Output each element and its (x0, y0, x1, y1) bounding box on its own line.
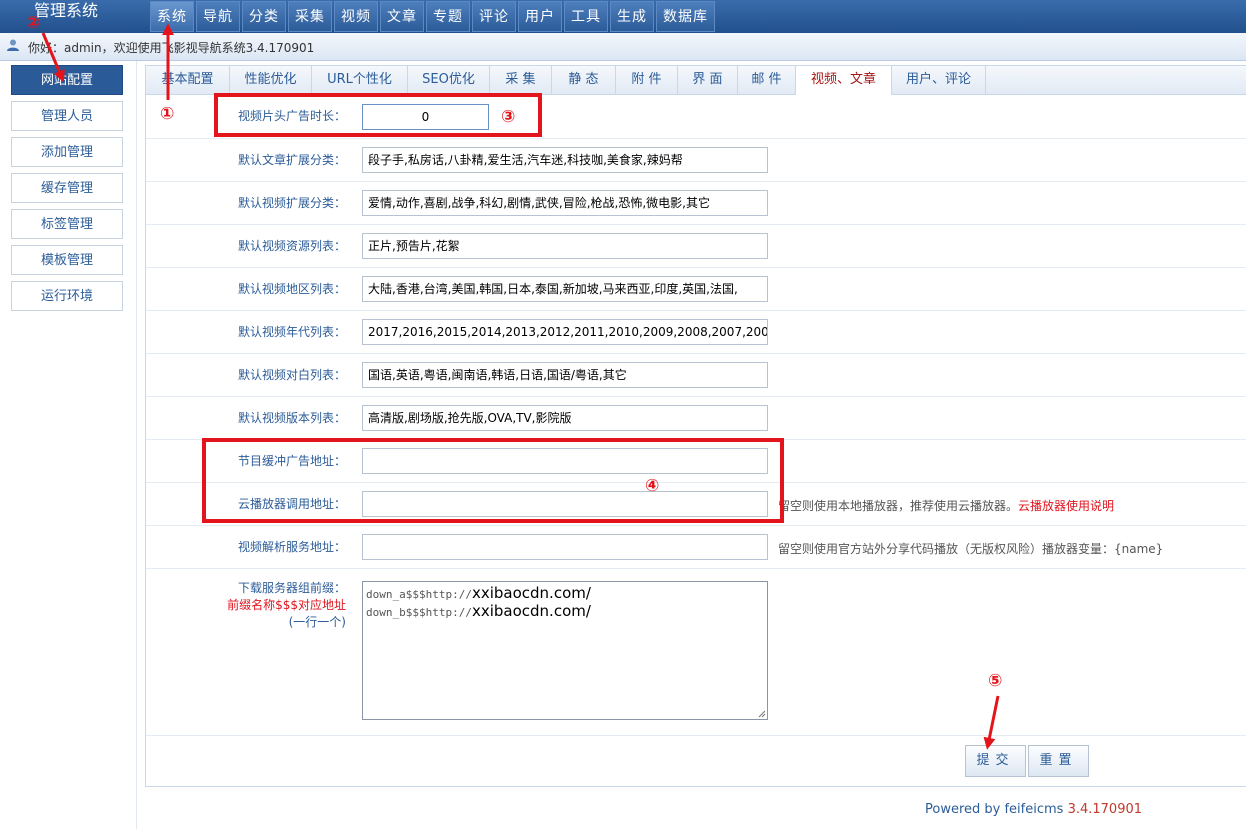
annotation-box-4 (202, 438, 784, 523)
sidebar-item-site-config[interactable]: 网站配置 (11, 65, 123, 95)
tab-bar: 基本配置 性能优化 URL个性化 SEO优化 采 集 静 态 附 件 界 面 邮… (146, 66, 1246, 95)
video-sources-input[interactable]: 正片,预告片,花絮 (362, 233, 768, 259)
welcome-bar: 你好：admin，欢迎使用飞影视导航系统3.4.170901 (0, 33, 1246, 61)
annotation-number-3: ③ (501, 107, 516, 127)
tab-mail[interactable]: 邮 件 (738, 66, 796, 94)
form-row-video-versions: 默认视频版本列表： 高清版,剧场版,抢先版,OVA,TV,影院版 (146, 396, 1246, 440)
tab-static[interactable]: 静 态 (552, 66, 616, 94)
app-title: 管理系统 (34, 1, 99, 20)
field-label-note: (一行一个) (288, 615, 346, 629)
tab-user-comment[interactable]: 用户、评论 (892, 66, 986, 94)
nav-item-category[interactable]: 分类 (242, 1, 286, 32)
annotation-number-1: ① (160, 104, 175, 124)
field-label: 默认视频地区列表： (237, 282, 346, 296)
nav-item-special[interactable]: 专题 (426, 1, 470, 32)
cloud-player-hint: 留空则使用本地播放器，推荐使用云播放器。云播放器使用说明 (778, 497, 1114, 514)
sidebar-item-templates[interactable]: 模板管理 (11, 245, 123, 275)
footer-text: Powered by feifeicms (925, 802, 1064, 817)
video-regions-input[interactable]: 大陆,香港,台湾,美国,韩国,日本,泰国,新加坡,马来西亚,印度,英国,法国, (362, 276, 768, 302)
nav-item-collect[interactable]: 采集 (288, 1, 332, 32)
download-line-prefix: down_a$$$http:// (366, 588, 472, 601)
tab-basic-config[interactable]: 基本配置 (146, 66, 230, 94)
sidebar-item-tags[interactable]: 标签管理 (11, 209, 123, 239)
field-label: 默认视频扩展分类： (237, 196, 346, 210)
annotation-number-4: ④ (645, 476, 660, 496)
form-row-video-years: 默认视频年代列表： 2017,2016,2015,2014,2013,2012,… (146, 310, 1246, 354)
parse-service-url-input[interactable] (362, 534, 768, 560)
download-line: down_b$$$http://xxibaocdn.com/ (366, 603, 764, 621)
top-navbar: 管理系统 系统 导航 分类 采集 视频 文章 专题 评论 用户 工具 生成 数据… (0, 0, 1246, 33)
nav-item-user[interactable]: 用户 (518, 1, 562, 32)
sidebar-item-environment[interactable]: 运行环境 (11, 281, 123, 311)
download-line-domain: xxibaocdn.com/ (471, 584, 591, 602)
sidebar-item-add-admin[interactable]: 添加管理 (11, 137, 123, 167)
nav-item-database[interactable]: 数据库 (656, 1, 715, 32)
tab-video-article[interactable]: 视频、文章 (796, 66, 892, 95)
download-servers-textarea[interactable]: down_a$$$http://xxibaocdn.com/ down_b$$$… (362, 581, 768, 720)
nav-item-article[interactable]: 文章 (380, 1, 424, 32)
footer-version: 3.4.170901 (1067, 802, 1143, 817)
field-label: 默认视频年代列表： (237, 325, 346, 339)
tab-url-custom[interactable]: URL个性化 (312, 66, 408, 94)
form-row-video-categories: 默认视频扩展分类： 爱情,动作,喜剧,战争,科幻,剧情,武侠,冒险,枪战,恐怖,… (146, 181, 1246, 225)
download-label-group: 下载服务器组前缀： 前缀名称$$$对应地址 (一行一个) (146, 580, 346, 631)
main-panel: 基本配置 性能优化 URL个性化 SEO优化 采 集 静 态 附 件 界 面 邮… (145, 65, 1246, 787)
tab-seo[interactable]: SEO优化 (408, 66, 490, 94)
resize-grip-icon[interactable] (756, 708, 766, 718)
reset-button[interactable]: 重置 (1028, 745, 1089, 777)
field-label: 默认视频版本列表： (237, 411, 346, 425)
video-versions-input[interactable]: 高清版,剧场版,抢先版,OVA,TV,影院版 (362, 405, 768, 431)
video-categories-input[interactable]: 爱情,动作,喜剧,战争,科幻,剧情,武侠,冒险,枪战,恐怖,微电影,其它 (362, 190, 768, 216)
tab-performance[interactable]: 性能优化 (230, 66, 312, 94)
tab-collect[interactable]: 采 集 (490, 66, 552, 94)
welcome-text: 你好：admin，欢迎使用飞影视导航系统3.4.170901 (28, 41, 315, 55)
nav-item-tools[interactable]: 工具 (564, 1, 608, 32)
form-row-download-servers: 下载服务器组前缀： 前缀名称$$$对应地址 (一行一个) down_a$$$ht… (146, 568, 1246, 736)
annotation-box-3 (214, 93, 542, 137)
sidebar-item-admins[interactable]: 管理人员 (11, 101, 123, 131)
parse-service-hint: 留空则使用官方站外分享代码播放（无版权风险）播放器变量：{name} (778, 542, 1164, 556)
field-label: 默认文章扩展分类： (237, 153, 346, 167)
submit-button[interactable]: 提交 (965, 745, 1026, 777)
annotation-number-5: ⑤ (988, 671, 1003, 691)
footer: Powered by feifeicms 3.4.170901 (925, 802, 1142, 817)
nav-item-navigation[interactable]: 导航 (196, 1, 240, 32)
video-languages-input[interactable]: 国语,英语,粤语,闽南语,韩语,日语,国语/粤语,其它 (362, 362, 768, 388)
field-label-note: 前缀名称$$$对应地址 (227, 598, 346, 612)
nav-item-generate[interactable]: 生成 (610, 1, 654, 32)
form-row-video-sources: 默认视频资源列表： 正片,预告片,花絮 (146, 224, 1246, 268)
form-row-video-languages: 默认视频对白列表： 国语,英语,粤语,闽南语,韩语,日语,国语/粤语,其它 (146, 353, 1246, 397)
annotation-number-2: ② (26, 13, 41, 33)
nav-item-video[interactable]: 视频 (334, 1, 378, 32)
user-icon (7, 39, 19, 51)
field-label: 默认视频对白列表： (237, 368, 346, 382)
tab-attachment[interactable]: 附 件 (616, 66, 678, 94)
field-label: 视频解析服务地址： (237, 540, 346, 554)
form-row-video-regions: 默认视频地区列表： 大陆,香港,台湾,美国,韩国,日本,泰国,新加坡,马来西亚,… (146, 267, 1246, 311)
download-line-prefix: down_b$$$http:// (366, 606, 472, 619)
article-categories-input[interactable]: 段子手,私房话,八卦精,爱生活,汽车迷,科技咖,美食家,辣妈帮 (362, 147, 768, 173)
form-row-parse-service-url: 视频解析服务地址： 留空则使用官方站外分享代码播放（无版权风险）播放器变量：{n… (146, 525, 1246, 569)
download-line-domain: xxibaocdn.com/ (471, 602, 591, 620)
download-line: down_a$$$http://xxibaocdn.com/ (366, 585, 764, 603)
nav-item-system[interactable]: 系统 (150, 1, 194, 32)
video-years-input[interactable]: 2017,2016,2015,2014,2013,2012,2011,2010,… (362, 319, 768, 345)
sidebar: 网站配置 管理人员 添加管理 缓存管理 标签管理 模板管理 运行环境 (0, 61, 137, 829)
field-label: 默认视频资源列表： (237, 239, 346, 253)
form-row-article-categories: 默认文章扩展分类： 段子手,私房话,八卦精,爱生活,汽车迷,科技咖,美食家,辣妈… (146, 138, 1246, 182)
cloud-player-hint-text: 留空则使用本地播放器，推荐使用云播放器。 (778, 499, 1019, 513)
tab-interface[interactable]: 界 面 (678, 66, 738, 94)
field-label: 下载服务器组前缀： (237, 581, 346, 595)
sidebar-item-cache[interactable]: 缓存管理 (11, 173, 123, 203)
main-nav: 系统 导航 分类 采集 视频 文章 专题 评论 用户 工具 生成 数据库 (150, 1, 717, 32)
cloud-player-help-link[interactable]: 云播放器使用说明 (1018, 499, 1114, 513)
nav-item-comment[interactable]: 评论 (472, 1, 516, 32)
